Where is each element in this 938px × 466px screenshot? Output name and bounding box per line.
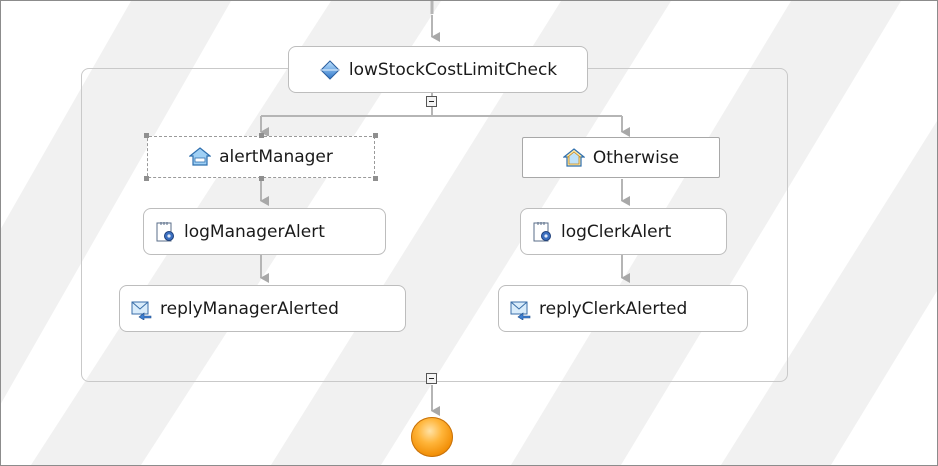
case-alert-manager[interactable]: alertManager	[147, 136, 375, 178]
choice-label: lowStockCostLimitCheck	[348, 59, 558, 80]
selection-handle[interactable]	[259, 176, 264, 181]
selection-handle[interactable]	[373, 176, 378, 181]
case-otherwise[interactable]: Otherwise	[522, 137, 720, 178]
otherwise-house-icon	[562, 147, 585, 169]
selection-handle[interactable]	[144, 133, 149, 138]
reply-envelope-icon	[509, 298, 531, 320]
case-house-icon	[189, 146, 212, 168]
activity-log-clerk-alert[interactable]: logClerkAlert	[520, 208, 727, 255]
process-editor-canvas: lowStockCostLimitCheck alertManager Othe…	[0, 0, 938, 466]
reply-envelope-icon	[130, 298, 152, 320]
snippet-gear-icon	[531, 221, 553, 243]
activity-label: logClerkAlert	[561, 221, 672, 242]
choice-diamond-icon	[319, 59, 341, 81]
choice-node[interactable]: lowStockCostLimitCheck	[288, 46, 588, 93]
activity-label: logManagerAlert	[184, 221, 325, 242]
selection-handle[interactable]	[373, 133, 378, 138]
activity-label: replyClerkAlerted	[539, 298, 688, 319]
selection-handle[interactable]	[144, 176, 149, 181]
end-event-icon[interactable]	[411, 417, 453, 457]
activity-reply-clerk-alerted[interactable]: replyClerkAlerted	[498, 285, 748, 332]
case-label: alertManager	[219, 147, 333, 167]
activity-log-manager-alert[interactable]: logManagerAlert	[143, 208, 386, 255]
activity-reply-manager-alerted[interactable]: replyManagerAlerted	[119, 285, 406, 332]
selection-handle[interactable]	[259, 133, 264, 138]
activity-label: replyManagerAlerted	[160, 298, 339, 319]
snippet-gear-icon	[154, 221, 176, 243]
collapse-scope-toggle[interactable]	[426, 373, 437, 384]
collapse-choice-toggle[interactable]	[426, 96, 437, 107]
case-label: Otherwise	[592, 147, 680, 168]
